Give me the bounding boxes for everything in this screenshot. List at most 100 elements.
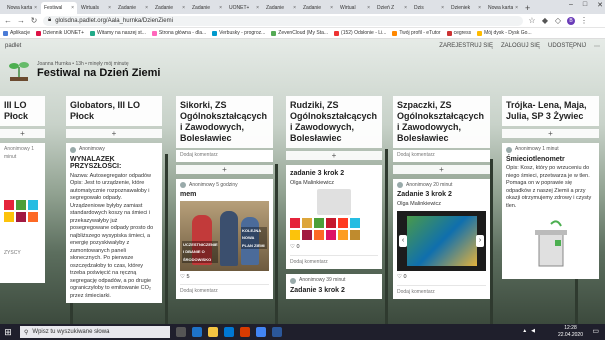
bookmark-item[interactable]: (152) Odsłonie - Li...	[334, 30, 386, 36]
star-icon[interactable]: ☆	[528, 16, 536, 25]
browser-tab[interactable]: Nowa karta ×	[4, 2, 40, 14]
avatar	[70, 146, 76, 153]
close-tab-icon[interactable]: ×	[515, 5, 518, 11]
windows-start-icon[interactable]: ⊞	[2, 327, 14, 338]
menu-icon[interactable]: ⋮	[580, 16, 588, 25]
profile-avatar[interactable]: B	[567, 16, 575, 25]
bookmark-item[interactable]: Verbusky - progroz...	[212, 30, 265, 36]
word-icon[interactable]	[272, 327, 282, 337]
taskbar-clock[interactable]: 12:28 22.04.2020	[558, 325, 583, 339]
browser-tab[interactable]: Dzis ×	[411, 2, 447, 14]
add-post-button[interactable]: +	[66, 129, 162, 138]
forward-icon[interactable]: →	[17, 16, 25, 25]
close-tab-icon[interactable]: ×	[367, 5, 370, 11]
padlet-header: Joanna Hurnka • 13h • minęły mój minutę …	[6, 55, 160, 85]
image-gallery[interactable]: ‹ ›	[397, 211, 486, 271]
bookmark-item[interactable]: Twój profil - eTutor	[392, 30, 441, 36]
url-field[interactable]: 🔒︎ glolsdna.padlet.org/Aala_hurnka/Dzien…	[43, 15, 523, 26]
browser-tab[interactable]: Zadanie ×	[115, 2, 151, 14]
padlet-logo[interactable]: padlet	[5, 43, 21, 49]
post-card-footer[interactable]: Dodaj komentarz	[393, 150, 490, 162]
close-tab-icon[interactable]: ×	[219, 5, 222, 11]
register-button[interactable]: ZAREJESTRUJ SIĘ	[439, 43, 493, 49]
add-comment[interactable]: Dodaj komentarz	[290, 259, 378, 267]
chrome-icon[interactable]	[256, 327, 266, 337]
notifications-icon[interactable]: ▭	[592, 327, 599, 335]
file-explorer-icon[interactable]	[208, 327, 218, 337]
browser-tab[interactable]: Dzień Z ×	[374, 2, 410, 14]
new-tab-icon[interactable]: +	[525, 2, 530, 14]
browser-tab[interactable]: Zadanie ×	[263, 2, 299, 14]
store-icon[interactable]	[224, 327, 234, 337]
share-button[interactable]: UDOSTĘPNIJ	[548, 43, 586, 49]
post-card[interactable]: zadanie 3 krok 2 Olga Malinkiewicz ♡ 0 D…	[286, 165, 382, 269]
bookmark-item[interactable]: Aplikacje	[3, 30, 30, 36]
add-comment[interactable]: Dodaj komentarz	[397, 289, 486, 297]
close-tab-icon[interactable]: ×	[293, 5, 296, 11]
browser-tab[interactable]: Dzieniek ×	[448, 2, 484, 14]
column: Sikorki, ZS Ogólnokształcących i Zawodow…	[176, 96, 273, 324]
bookmark-item[interactable]: Dziennik UONET+	[36, 30, 84, 36]
close-tab-icon[interactable]: ×	[145, 5, 148, 11]
post-card[interactable]: Anonimowy 20 minut Zadanie 3 krok 2 Olga…	[393, 178, 490, 299]
browser-tab[interactable]: Wirtuals ×	[78, 2, 114, 14]
post-card[interactable]: Anonimowy 1 minut ZYSCY	[0, 143, 45, 283]
close-tab-icon[interactable]: ×	[34, 5, 37, 11]
close-tab-icon[interactable]: ×	[330, 5, 333, 11]
extension-icon[interactable]: ◇	[554, 16, 562, 25]
avatar	[506, 146, 512, 153]
browser-tab-active[interactable]: Festiwal ×	[41, 2, 77, 14]
close-tab-icon[interactable]: ×	[478, 5, 481, 11]
close-tab-icon[interactable]: ×	[71, 5, 74, 11]
add-post-button[interactable]: +	[502, 129, 599, 138]
close-tab-icon[interactable]: ×	[256, 5, 259, 11]
bookmark-item[interactable]: Strona główna - dla...	[151, 30, 206, 36]
chevron-left-icon[interactable]: ‹	[399, 235, 407, 247]
taskbar-search-input[interactable]: ⚲ Wpisz tu wyszukiwane słowa	[20, 326, 170, 338]
maximize-icon[interactable]: □	[583, 1, 587, 9]
add-post-button[interactable]: +	[286, 151, 382, 160]
post-card[interactable]: Anonimowy 5 godziny mem UCZESTNICZENIE I…	[176, 178, 273, 299]
more-icon[interactable]: ⋯	[594, 43, 600, 50]
plant-icon	[9, 62, 29, 81]
volume-icon[interactable]: ◀	[531, 328, 535, 334]
add-post-button[interactable]: +	[0, 129, 45, 138]
browser-tab[interactable]: Nowa karta ×	[485, 2, 521, 14]
office-icon[interactable]	[240, 327, 250, 337]
reload-icon[interactable]: ↻	[30, 16, 38, 25]
task-view-icon[interactable]	[176, 327, 186, 337]
close-tab-icon[interactable]: ×	[404, 5, 407, 11]
bookmark-item[interactable]: ZevenCloud (My Sta...	[271, 30, 328, 36]
post-card[interactable]: Anonimowy 39 minut Zadanie 3 krok 2	[286, 274, 382, 299]
post-card-footer[interactable]: Dodaj komentarz	[176, 150, 273, 162]
network-icon[interactable]: ▲	[522, 328, 527, 334]
minimize-icon[interactable]: –	[569, 1, 573, 9]
bookmark-item[interactable]: Mój dysk - Dysk Go...	[477, 30, 532, 36]
like-counter[interactable]: ♡ 5	[180, 274, 269, 282]
close-tab-icon[interactable]: ×	[108, 5, 111, 11]
browser-tab[interactable]: Wirtual ×	[337, 2, 373, 14]
like-counter[interactable]: ♡ 0	[290, 244, 378, 252]
column-header: Sikorki, ZS Ogólnokształcących i Zawodow…	[176, 96, 273, 148]
like-counter[interactable]: ♡ 0	[397, 274, 486, 282]
edge-icon[interactable]	[192, 327, 202, 337]
browser-tab[interactable]: Zadanie ×	[189, 2, 225, 14]
browser-tab[interactable]: Zadanie ×	[152, 2, 188, 14]
browser-tab[interactable]: UONET+ ×	[226, 2, 262, 14]
close-tab-icon[interactable]: ×	[182, 5, 185, 11]
close-window-icon[interactable]: ✕	[597, 1, 603, 9]
browser-tab[interactable]: Zadanie ×	[300, 2, 336, 14]
bookmark-item[interactable]: Witamy na naszej st...	[90, 30, 146, 36]
column: Globators, III LO Płock + Anonimowy WYNA…	[66, 96, 162, 324]
post-card[interactable]: Anonimowy 1 minut Śmieciotlenometr Opis:…	[502, 143, 599, 279]
close-tab-icon[interactable]: ×	[441, 5, 444, 11]
back-icon[interactable]: ←	[4, 16, 12, 25]
bookmark-item[interactable]: cegress	[446, 30, 471, 36]
chevron-right-icon[interactable]: ›	[476, 235, 484, 247]
extension-icon[interactable]: ◆	[541, 16, 549, 25]
post-card[interactable]: Anonimowy WYNALAZEK PRZYSZŁOŚCI: Nazwa: …	[66, 143, 162, 303]
login-button[interactable]: ZALOGUJ SIĘ	[501, 43, 540, 49]
add-post-button[interactable]: +	[176, 164, 273, 174]
add-comment[interactable]: Dodaj komentarz	[180, 288, 269, 296]
add-post-button[interactable]: +	[393, 164, 490, 174]
